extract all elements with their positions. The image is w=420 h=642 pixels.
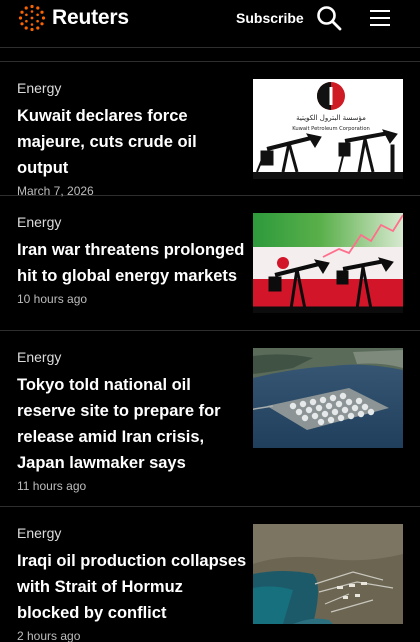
story-category[interactable]: Energy [17,214,247,231]
story-time: 2 hours ago [17,629,81,642]
hamburger-menu-icon[interactable] [370,9,390,27]
story-time: 11 hours ago [17,479,87,493]
reuters-logo-icon [18,4,46,32]
story-text: Energy Iran war threatens prolonged hit … [17,214,247,307]
story-text: Energy Tokyo told national oil reserve s… [17,349,247,494]
story-thumbnail[interactable] [253,524,403,624]
subscribe-button[interactable]: Subscribe [236,10,304,26]
story-feed: Energy Kuwait declares force majeure, cu… [0,61,420,642]
kpc-oil-pump-image: مؤسسة البترول الكويتية Kuwait Petroleum … [253,79,403,179]
story-headline[interactable]: Iran war threatens prolonged hit to glob… [17,237,247,289]
story-thumbnail[interactable] [253,348,403,448]
image-logo-english: Kuwait Petroleum Corporation [292,126,370,132]
story-thumbnail[interactable]: مؤسسة البترول الكويتية Kuwait Petroleum … [253,79,403,179]
site-header: Reuters Subscribe [0,0,420,48]
oil-port-aerial-image [253,524,403,624]
story-text: Energy Iraqi oil production collapses wi… [17,525,247,642]
story-headline[interactable]: Iraqi oil production collapses with Stra… [17,548,247,626]
story-category[interactable]: Energy [17,80,247,97]
story-headline[interactable]: Tokyo told national oil reserve site to … [17,372,247,476]
story-time: 10 hours ago [17,292,88,306]
image-logo-arabic: مؤسسة البترول الكويتية [296,114,366,122]
story-thumbnail[interactable] [253,213,403,313]
story-headline[interactable]: Kuwait declares force majeure, cuts crud… [17,103,247,181]
iran-flag-oil-pump-image [253,213,403,313]
reuters-logo[interactable]: Reuters [18,4,129,32]
oil-reserve-base-image [253,348,403,448]
story-card[interactable]: Energy Tokyo told national oil reserve s… [0,331,420,507]
story-text: Energy Kuwait declares force majeure, cu… [17,80,247,199]
story-category[interactable]: Energy [17,349,247,366]
story-category[interactable]: Energy [17,525,247,542]
search-icon[interactable] [316,5,342,31]
story-card[interactable]: Energy Iraqi oil production collapses wi… [0,507,420,642]
story-card[interactable]: Energy Kuwait declares force majeure, cu… [0,62,420,199]
story-card[interactable]: Energy Iran war threatens prolonged hit … [0,196,420,331]
brand-name: Reuters [52,6,129,29]
